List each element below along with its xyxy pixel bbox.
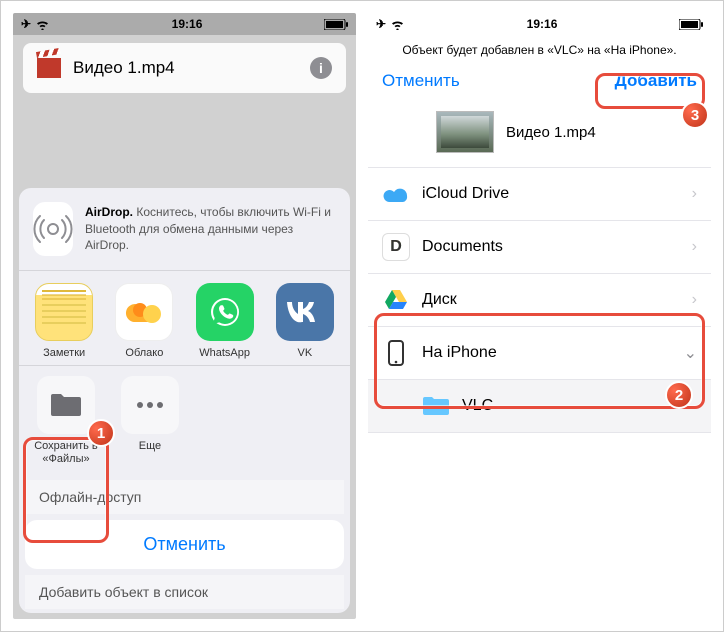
airdrop-row[interactable]: AirDrop. Коснитесь, чтобы включить Wi-Fi…: [19, 188, 350, 270]
airdrop-icon: [33, 202, 73, 256]
add-button[interactable]: Добавить: [615, 71, 697, 91]
share-apps-row: Заметки Облако WhatsApp: [19, 271, 350, 365]
google-drive-icon: [382, 286, 410, 314]
airdrop-text: AirDrop. Коснитесь, чтобы включить Wi-Fi…: [85, 204, 336, 253]
file-title: Видео 1.mp4: [73, 58, 175, 78]
file-name: Видео 1.mp4: [506, 124, 596, 141]
battery-icon: [324, 19, 348, 30]
share-sheet: AirDrop. Коснитесь, чтобы включить Wi-Fi…: [19, 188, 350, 613]
save-hint: Объект будет добавлен в «VLC» на «На iPh…: [368, 35, 711, 65]
wifi-icon: [390, 19, 405, 30]
share-app-vk[interactable]: VK: [268, 283, 342, 359]
share-app-cloud[interactable]: Облако: [107, 283, 181, 359]
status-bar: ✈ 19:16: [368, 13, 711, 35]
iphone-device-icon: [382, 339, 410, 367]
notes-icon: [35, 283, 93, 341]
stub-addlist: Добавить объект в список: [25, 575, 344, 609]
airplane-icon: ✈: [376, 17, 386, 31]
location-drive[interactable]: Диск ›: [368, 274, 711, 327]
location-documents[interactable]: D Documents ›: [368, 221, 711, 274]
folder-icon: [37, 376, 95, 434]
folder-icon: [422, 392, 450, 420]
share-cancel-button[interactable]: Отменить: [25, 520, 344, 569]
location-on-iphone[interactable]: На iPhone ⌄: [368, 327, 711, 380]
video-thumbnail: [436, 111, 494, 153]
more-icon: [121, 376, 179, 434]
icloud-icon: [382, 180, 410, 208]
wifi-icon: [35, 19, 50, 30]
vk-icon: [276, 283, 334, 341]
action-more[interactable]: Еще: [111, 376, 189, 466]
video-file-icon: [37, 58, 61, 78]
battery-icon: [679, 19, 703, 30]
documents-icon: D: [382, 233, 410, 261]
status-time: 19:16: [172, 17, 203, 31]
share-app-notes[interactable]: Заметки: [27, 283, 101, 359]
info-icon[interactable]: i: [310, 57, 332, 79]
share-actions-row: Сохранить в «Файлы» Еще: [19, 366, 350, 480]
action-save-to-files[interactable]: Сохранить в «Файлы»: [27, 376, 105, 466]
file-header-row: Видео 1.mp4 i: [23, 43, 346, 93]
airplane-icon: ✈: [21, 17, 31, 31]
share-app-whatsapp[interactable]: WhatsApp: [188, 283, 262, 359]
stub-offline: Офлайн-доступ: [25, 480, 344, 514]
right-phone: ✈ 19:16 Объект будет добавлен в «VLC» на…: [368, 13, 711, 619]
nav-bar: Отменить Добавить: [368, 65, 711, 101]
location-icloud[interactable]: iCloud Drive ›: [368, 168, 711, 221]
chevron-right-icon: ›: [692, 185, 697, 203]
chevron-down-icon: ⌄: [684, 343, 697, 363]
chevron-right-icon: ›: [692, 238, 697, 256]
cloud-mailru-icon: [115, 283, 173, 341]
file-preview-row: Видео 1.mp4: [368, 101, 711, 168]
location-vlc-folder[interactable]: VLC: [368, 380, 711, 433]
cancel-button[interactable]: Отменить: [382, 71, 460, 91]
status-time: 19:16: [527, 17, 558, 31]
left-phone: ✈ 19:16 Видео 1.mp4 i: [13, 13, 356, 619]
chevron-right-icon: ›: [692, 291, 697, 309]
status-bar: ✈ 19:16: [13, 13, 356, 35]
whatsapp-icon: [196, 283, 254, 341]
